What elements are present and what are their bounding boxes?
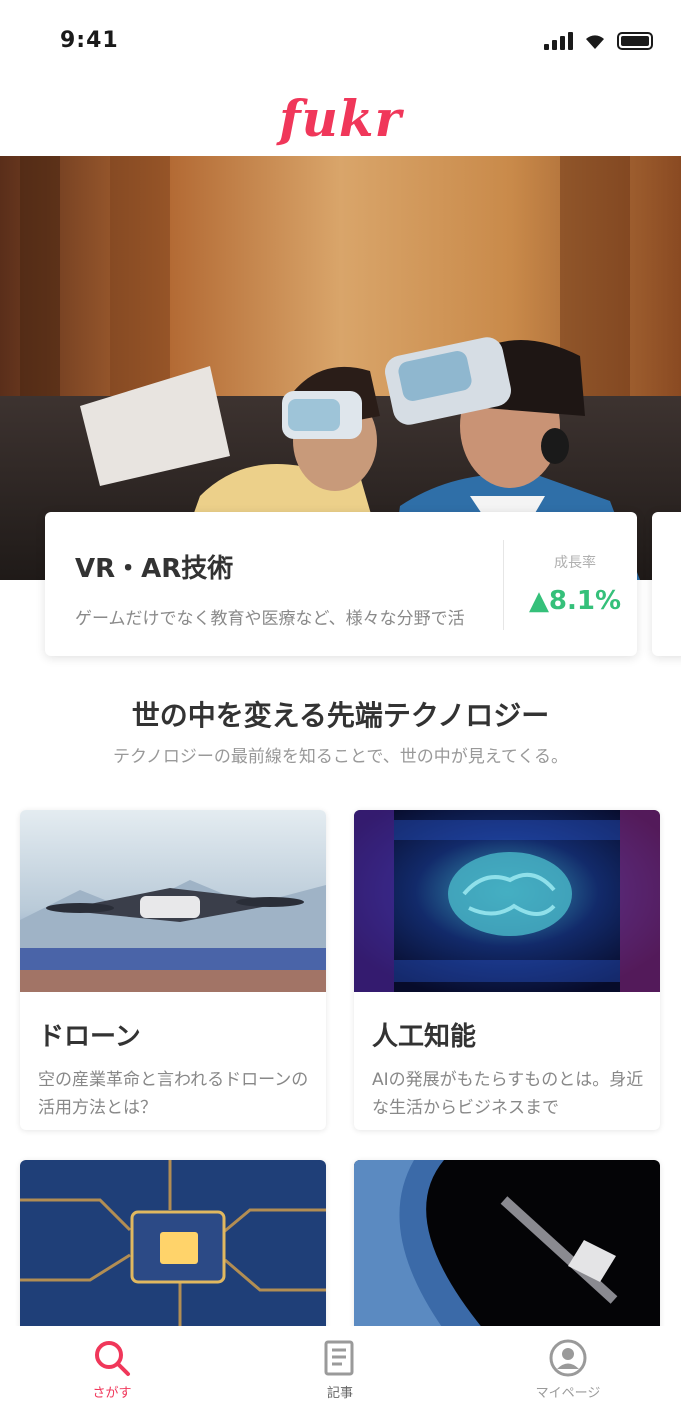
chip-image bbox=[20, 1160, 326, 1330]
section-subtitle: テクノロジーの最前線を知ることで、世の中が見えてくる。 bbox=[112, 747, 569, 767]
tab-label: 記事 bbox=[326, 1386, 353, 1401]
drone-image bbox=[20, 810, 326, 992]
tab-label: さがす bbox=[92, 1386, 132, 1401]
wifi-icon bbox=[586, 35, 604, 49]
topic-card-drone[interactable]: ドローン 空の産業革命と言われるドローンの活用方法とは？ bbox=[20, 810, 326, 1130]
topic-card-title: 人工知能 bbox=[372, 1022, 477, 1052]
topic-card-description: 空の産業革命と言われるドローンの活用方法とは？ bbox=[38, 1070, 309, 1118]
featured-article-description: ゲームだけでなく教育や医療など、様々な分野で活用されている技術 bbox=[75, 609, 465, 629]
battery-icon bbox=[617, 32, 653, 50]
topic-card-title: ドローン bbox=[38, 1022, 141, 1052]
featured-article-card[interactable]: VR・AR技術 ゲームだけでなく教育や医療など、様々な分野で活用されている技術 … bbox=[45, 512, 637, 656]
status-time: 9:41 bbox=[60, 28, 119, 53]
topic-card-description: AIの発展がもたらすものとは。身近な生活からビジネスまで bbox=[372, 1070, 644, 1118]
topic-card-ai[interactable]: 人工知能 AIの発展がもたらすものとは。身近な生活からビジネスまで bbox=[354, 810, 660, 1130]
tab-articles[interactable]: 記事 bbox=[260, 1336, 420, 1401]
growth-rate-value: ▲8.1% bbox=[528, 586, 622, 616]
satellite-image bbox=[354, 1160, 660, 1330]
cellular-signal-icon bbox=[544, 30, 573, 50]
tab-search[interactable]: さがす bbox=[32, 1336, 192, 1401]
featured-article-title: VR・AR技術 bbox=[75, 554, 234, 584]
user-icon bbox=[549, 1339, 587, 1377]
article-icon bbox=[324, 1340, 354, 1376]
growth-rate-label: 成長率 bbox=[554, 555, 596, 571]
section-title: 世の中を変える先端テクノロジー bbox=[131, 699, 550, 732]
search-icon bbox=[95, 1341, 130, 1376]
app-header: fukr bbox=[0, 84, 681, 154]
next-card-peek[interactable] bbox=[652, 512, 681, 656]
tab-mypage[interactable]: マイページ bbox=[488, 1336, 648, 1401]
status-bar: 9:41 bbox=[0, 0, 681, 84]
status-icons bbox=[544, 30, 653, 50]
ai-brain-image bbox=[354, 810, 660, 992]
bottom-tab-bar: さがす 記事 マイページ bbox=[0, 1326, 681, 1401]
card-divider bbox=[503, 540, 504, 630]
tab-label: マイページ bbox=[535, 1386, 601, 1401]
app-logo: fukr bbox=[279, 89, 402, 148]
